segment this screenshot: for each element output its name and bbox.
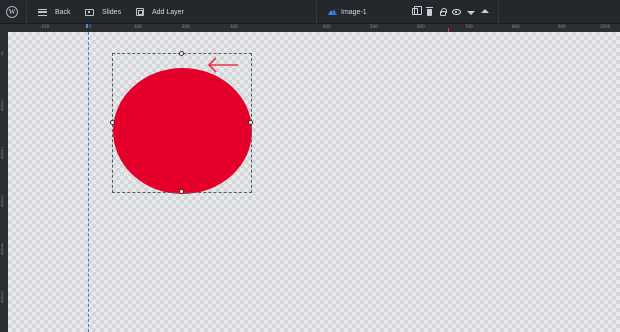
trash-icon[interactable]	[426, 7, 433, 16]
resize-handle-left[interactable]	[110, 120, 115, 125]
ruler-label: 300	[230, 24, 238, 29]
ruler-label: 100	[134, 24, 142, 29]
lock-icon[interactable]	[440, 8, 447, 16]
layer-selector[interactable]: Image-1	[328, 0, 367, 24]
slides-icon	[85, 8, 94, 16]
duplicate-icon[interactable]	[412, 6, 422, 15]
ruler-label: 0	[89, 24, 92, 29]
arrow-left-icon	[207, 57, 238, 73]
layer-name: Image-1	[341, 8, 367, 16]
resize-handle-right[interactable]	[248, 120, 253, 125]
ruler-label: 100	[1, 99, 4, 112]
add-layer-label: Add Layer	[152, 8, 184, 16]
chevron-down-icon[interactable]	[467, 11, 475, 15]
top-toolbar: W Back Slides Add Layer Image-1	[0, 0, 620, 24]
ruler-label: 500	[1, 291, 4, 304]
menu-icon	[38, 8, 47, 16]
ruler-label: 400	[323, 24, 331, 29]
toolbar-divider	[316, 0, 317, 24]
add-layer-icon	[136, 8, 144, 16]
toolbar-divider	[26, 0, 27, 24]
ruler-label: 800	[512, 24, 520, 29]
add-layer-button[interactable]: Add Layer	[136, 0, 184, 24]
back-button[interactable]: Back	[38, 0, 71, 24]
resize-handle-bottom[interactable]	[179, 189, 184, 194]
slides-button[interactable]: Slides	[85, 0, 121, 24]
ruler-origin-marker	[86, 24, 88, 28]
ruler-label: 500	[370, 24, 378, 29]
left-ruler[interactable]: 0 100 200 300 400 500	[0, 32, 8, 332]
image-layer-icon	[328, 9, 337, 15]
ruler-label: -100	[40, 24, 50, 29]
chevron-up-icon[interactable]	[481, 9, 489, 13]
ruler-label: 1000	[600, 24, 611, 29]
ruler-label: 300	[1, 195, 4, 208]
eye-icon[interactable]	[452, 9, 461, 15]
toolbar-divider	[498, 0, 499, 24]
top-ruler[interactable]: -100 0 100 200 300 400 500 600 700 800 9…	[0, 24, 620, 32]
ruler-label: 700	[465, 24, 473, 29]
ruler-label: 400	[1, 243, 4, 256]
ruler-label: 200	[182, 24, 190, 29]
ruler-label: 900	[558, 24, 566, 29]
resize-handle-top[interactable]	[179, 51, 184, 56]
ruler-label: 0	[1, 51, 4, 56]
vertical-guide-line[interactable]	[88, 32, 89, 332]
ruler-label: 600	[417, 24, 425, 29]
editor-canvas[interactable]	[8, 32, 620, 332]
selection-box[interactable]	[110, 51, 253, 194]
ruler-label: 200	[1, 147, 4, 160]
wordpress-icon[interactable]: W	[6, 6, 18, 18]
slides-label: Slides	[102, 8, 122, 16]
back-label: Back	[55, 8, 71, 16]
